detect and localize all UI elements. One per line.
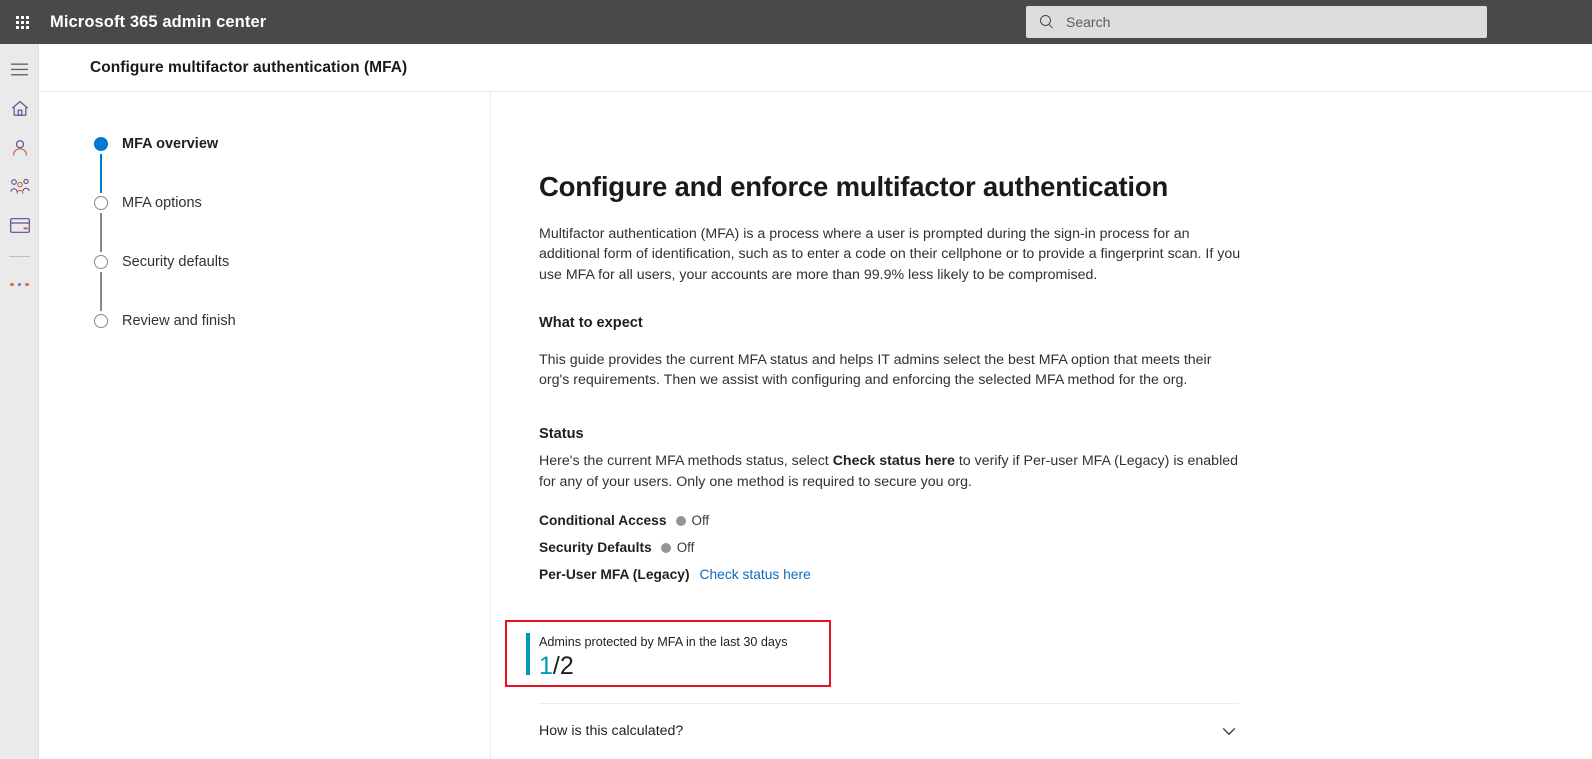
people-group-icon[interactable] (0, 167, 39, 206)
status-row-label: Per-User MFA (Legacy) (539, 567, 690, 583)
wizard-step-label: MFA options (122, 195, 202, 211)
status-description-part1: Here's the current MFA methods status, s… (539, 453, 833, 470)
step-indicator-hollow-icon (90, 311, 112, 328)
global-search-box[interactable] (1026, 6, 1487, 38)
page-header: Configure multifactor authentication (MF… (39, 44, 1592, 92)
status-row-value: Off (691, 513, 710, 529)
metric-accent-bar (526, 633, 530, 675)
wizard-step-review-and-finish[interactable]: Review and finish (90, 311, 430, 335)
wizard-step-label: Security defaults (122, 254, 230, 270)
metric-numerator: 1 (539, 652, 553, 680)
wizard-step-label: Review and finish (122, 313, 236, 329)
how-is-this-calculated-expander[interactable]: How is this calculated? (539, 703, 1239, 750)
intro-paragraph: Multifactor authentication (MFA) is a pr… (539, 226, 1241, 283)
suite-header-bar: Microsoft 365 admin center (0, 0, 1592, 44)
admins-protected-metric-card: Admins protected by MFA in the last 30 d… (526, 633, 788, 680)
status-row-value: Off (676, 540, 695, 556)
status-row-label: Security Defaults (539, 540, 652, 556)
what-to-expect-heading: What to expect (539, 314, 643, 331)
status-heading: Status (539, 426, 584, 443)
left-nav-rail (0, 44, 39, 759)
step-indicator-filled-icon (90, 134, 112, 193)
step-indicator-hollow-icon (90, 193, 112, 252)
search-icon (1040, 14, 1055, 30)
status-row-security-defaults: Security Defaults Off (539, 534, 1251, 561)
hamburger-menu-icon[interactable] (0, 50, 39, 89)
wizard-steps-pane: MFA overview MFA options Security defaul… (39, 92, 491, 759)
status-indicator-dot-icon (675, 515, 686, 526)
person-icon[interactable] (0, 128, 39, 167)
search-input[interactable] (1066, 14, 1466, 30)
status-section: Status Here's the current MFA methods st… (539, 426, 1251, 588)
main-content-panel: Configure and enforce multifactor authen… (492, 92, 1592, 759)
ellipsis-icon[interactable] (0, 265, 39, 304)
wizard-step-mfa-options[interactable]: MFA options (90, 193, 430, 252)
metric-denominator: /2 (552, 652, 574, 680)
step-indicator-hollow-icon (90, 252, 112, 311)
wizard-step-list: MFA overview MFA options Security defaul… (90, 134, 430, 335)
main-heading: Configure and enforce multifactor authen… (539, 171, 1169, 202)
suite-title[interactable]: Microsoft 365 admin center (50, 13, 266, 32)
metric-value: 1/2 (539, 652, 788, 680)
status-row-conditional-access: Conditional Access Off (539, 507, 1251, 534)
status-description-emphasis: Check status here (832, 453, 955, 470)
status-description: Here's the current MFA methods status, s… (539, 451, 1239, 492)
status-row-label: Conditional Access (539, 513, 667, 529)
status-row-per-user-mfa-legacy: Per-User MFA (Legacy) Check status here (539, 561, 1251, 588)
expander-title: How is this calculated? (539, 723, 684, 739)
metric-label: Admins protected by MFA in the last 30 d… (539, 635, 788, 649)
wizard-step-security-defaults[interactable]: Security defaults (90, 252, 430, 311)
wizard-step-label: MFA overview (122, 136, 219, 152)
page-title: Configure multifactor authentication (MF… (90, 58, 408, 76)
wizard-step-mfa-overview[interactable]: MFA overview (90, 134, 430, 193)
chevron-down-icon[interactable] (1221, 723, 1237, 739)
rail-divider (9, 256, 30, 257)
billing-card-icon[interactable] (0, 206, 39, 245)
home-icon[interactable] (0, 89, 39, 128)
status-row-list: Conditional Access Off Security Defaults… (539, 507, 1251, 588)
status-indicator-dot-icon (660, 542, 671, 553)
app-launcher-waffle-icon[interactable] (0, 0, 44, 44)
check-status-here-link[interactable]: Check status here (700, 567, 811, 582)
what-to-expect-paragraph: This guide provides the current MFA stat… (539, 351, 1212, 389)
